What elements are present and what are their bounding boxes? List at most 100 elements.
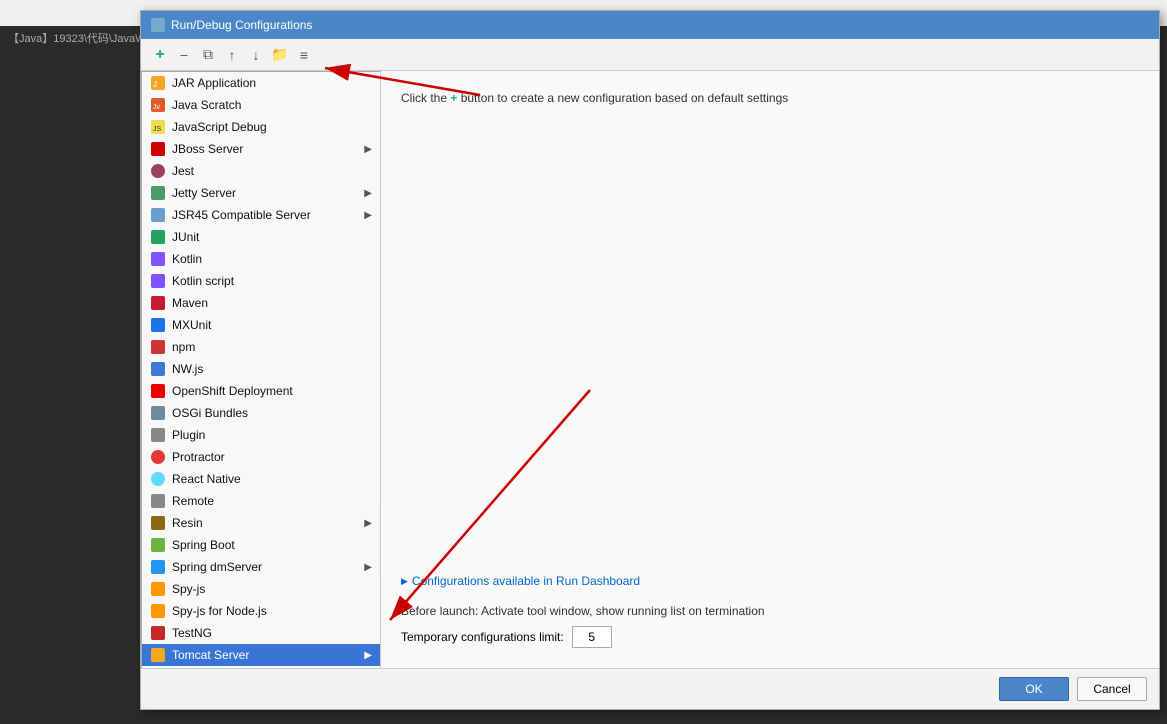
limit-input[interactable] (572, 626, 612, 648)
menu-item-plugin[interactable]: Plugin (142, 424, 380, 446)
jest-label: Jest (172, 164, 372, 178)
menu-item-testng[interactable]: TestNG (142, 622, 380, 644)
menu-item-tomee-server[interactable]: TomEE Server▶ (142, 666, 380, 668)
react-native-icon (150, 471, 166, 487)
resin-arrow-icon: ▶ (364, 518, 372, 529)
testng-icon (150, 625, 166, 641)
menu-item-osgi-bundles[interactable]: OSGi Bundles (142, 402, 380, 424)
plus-icon: + (450, 91, 457, 105)
menu-item-spring-dmserver[interactable]: Spring dmServer▶ (142, 556, 380, 578)
menu-item-openshift-deployment[interactable]: OpenShift Deployment (142, 380, 380, 402)
plugin-label: Plugin (172, 428, 372, 442)
kotlin-label: Kotlin (172, 252, 372, 266)
remove-config-button[interactable]: − (173, 44, 195, 66)
toolbar: + − ⧉ ↑ ↓ 📁 ≡ (141, 39, 1159, 71)
menu-item-jsr45-compatible-server[interactable]: JSR45 Compatible Server▶ (142, 204, 380, 226)
sort-button[interactable]: ≡ (293, 44, 315, 66)
menu-item-java-scratch[interactable]: Jv Java Scratch (142, 94, 380, 116)
dialog-title: Run/Debug Configurations (171, 18, 312, 32)
tomcat-server-arrow-icon: ▶ (364, 650, 372, 661)
menu-item-npm[interactable]: npm (142, 336, 380, 358)
svg-text:JS: JS (153, 126, 162, 133)
dialog-title-icon (151, 18, 165, 32)
jetty-server-icon (150, 185, 166, 201)
menu-item-kotlin[interactable]: Kotlin (142, 248, 380, 270)
jar-application-label: JAR Application (172, 76, 372, 90)
menu-item-jar-application[interactable]: J JAR Application (142, 72, 380, 94)
config-type-menu: J JAR Application Jv Java Scratch JSJavaScri… (141, 71, 381, 668)
menu-item-protractor[interactable]: Protractor (142, 446, 380, 468)
menu-item-spring-boot[interactable]: Spring Boot (142, 534, 380, 556)
react-native-label: React Native (172, 472, 372, 486)
npm-icon (150, 339, 166, 355)
java-scratch-label: Java Scratch (172, 98, 372, 112)
junit-label: JUnit (172, 230, 372, 244)
protractor-label: Protractor (172, 450, 372, 464)
menu-item-jest[interactable]: Jest (142, 160, 380, 182)
svg-text:Jv: Jv (153, 104, 161, 111)
menu-item-tomcat-server[interactable]: Tomcat Server ▶ (142, 644, 380, 666)
plugin-icon (150, 427, 166, 443)
menu-item-javascript-debug[interactable]: JSJavaScript Debug (142, 116, 380, 138)
openshift-deployment-label: OpenShift Deployment (172, 384, 372, 398)
remote-icon (150, 493, 166, 509)
remote-label: Remote (172, 494, 372, 508)
copy-config-button[interactable]: ⧉ (197, 44, 219, 66)
resin-label: Resin (172, 516, 358, 530)
menu-item-junit[interactable]: JUnit (142, 226, 380, 248)
spy-js-label: Spy-js (172, 582, 372, 596)
svg-text:J: J (153, 80, 157, 89)
menu-item-spy-js-nodejs[interactable]: Spy-js for Node.js (142, 600, 380, 622)
kotlin-script-icon (150, 273, 166, 289)
spy-js-icon (150, 581, 166, 597)
jboss-server-label: JBoss Server (172, 142, 358, 156)
resin-icon (150, 515, 166, 531)
move-up-button[interactable]: ↑ (221, 44, 243, 66)
javascript-debug-icon: JS (150, 119, 166, 135)
folder-button[interactable]: 📁 (269, 44, 291, 66)
spy-js-nodejs-label: Spy-js for Node.js (172, 604, 372, 618)
junit-icon (150, 229, 166, 245)
spring-dmserver-label: Spring dmServer (172, 560, 358, 574)
menu-item-react-native[interactable]: React Native (142, 468, 380, 490)
spring-dmserver-icon (150, 559, 166, 575)
mxunit-icon (150, 317, 166, 333)
dialog-titlebar: Run/Debug Configurations (141, 11, 1159, 39)
hint-text: Click the + button to create a new confi… (401, 91, 1139, 105)
move-down-button[interactable]: ↓ (245, 44, 267, 66)
cancel-button[interactable]: Cancel (1077, 677, 1147, 701)
jsr45-compatible-server-label: JSR45 Compatible Server (172, 208, 358, 222)
menu-item-kotlin-script[interactable]: Kotlin script (142, 270, 380, 292)
menu-item-mxunit[interactable]: MXUnit (142, 314, 380, 336)
kotlin-icon (150, 251, 166, 267)
protractor-icon (150, 449, 166, 465)
ide-bg-text: 【Java】19323\代码\JavaW (8, 33, 146, 45)
run-dashboard-link[interactable]: Configurations available in Run Dashboar… (401, 574, 1139, 588)
tomcat-server-icon (150, 647, 166, 663)
right-panel: Click the + button to create a new confi… (381, 71, 1159, 668)
jetty-server-arrow-icon: ▶ (364, 188, 372, 199)
osgi-bundles-label: OSGi Bundles (172, 406, 372, 420)
menu-item-jetty-server[interactable]: Jetty Server▶ (142, 182, 380, 204)
kotlin-script-label: Kotlin script (172, 274, 372, 288)
menu-item-remote[interactable]: Remote (142, 490, 380, 512)
spy-js-nodejs-icon (150, 603, 166, 619)
add-config-button[interactable]: + (149, 44, 171, 66)
menu-item-jboss-server[interactable]: JBoss Server ▶ (142, 138, 380, 160)
spring-boot-icon (150, 537, 166, 553)
menu-item-maven[interactable]: Maven (142, 292, 380, 314)
menu-item-nwjs[interactable]: NW.js (142, 358, 380, 380)
jsr45-compatible-server-icon (150, 207, 166, 223)
run-dashboard-label: Configurations available in Run Dashboar… (412, 574, 640, 588)
java-scratch-icon: Jv (150, 97, 166, 113)
tomcat-server-label: Tomcat Server (172, 648, 358, 662)
limit-label: Temporary configurations limit: (401, 630, 564, 644)
menu-item-spy-js[interactable]: Spy-js (142, 578, 380, 600)
jboss-server-arrow-icon: ▶ (364, 144, 372, 155)
content-area: J JAR Application Jv Java Scratch JSJavaScri… (141, 71, 1159, 668)
termination-text: Before launch: Activate tool window, sho… (401, 604, 1139, 618)
openshift-deployment-icon (150, 383, 166, 399)
ok-button[interactable]: OK (999, 677, 1069, 701)
maven-icon (150, 295, 166, 311)
menu-item-resin[interactable]: Resin ▶ (142, 512, 380, 534)
